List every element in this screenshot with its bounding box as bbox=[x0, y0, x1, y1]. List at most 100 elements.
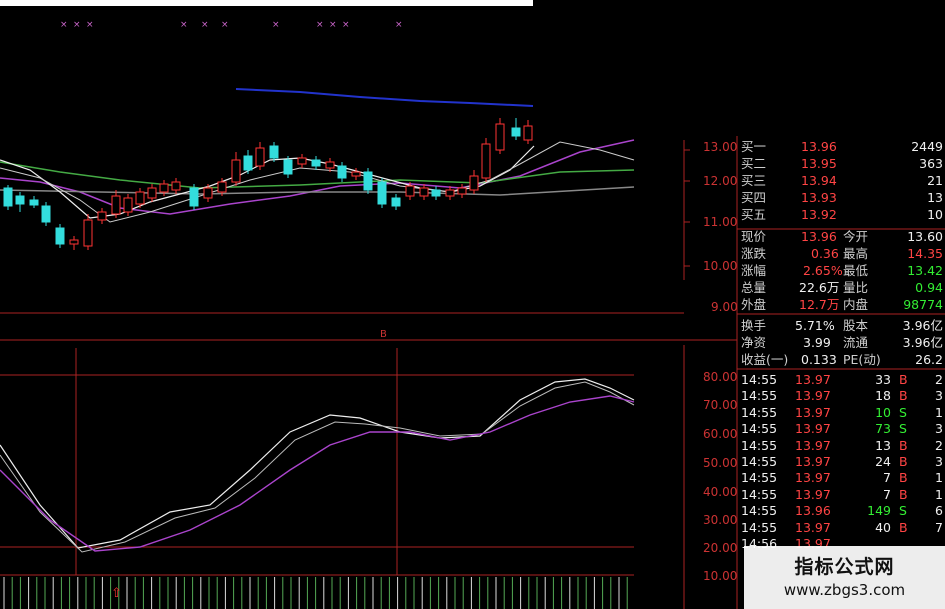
candle-body bbox=[457, 187, 467, 195]
bid-label: 买一 bbox=[741, 139, 767, 154]
candle-body bbox=[217, 181, 227, 193]
signal-marker: × bbox=[86, 20, 94, 30]
osc-axis-label: 70.00 bbox=[703, 398, 738, 412]
indicator-marker: B bbox=[380, 329, 387, 340]
tick-count: 1 bbox=[935, 486, 943, 502]
tick-row[interactable]: 14:55 13.97 33 B 2 bbox=[737, 372, 945, 388]
candle-body bbox=[135, 191, 145, 205]
stat-value: 13.60 bbox=[907, 229, 943, 244]
price-axis-label: 9.00 bbox=[711, 300, 738, 314]
bid-row: 买五 13.92 10 bbox=[737, 207, 945, 223]
tick-volume: 7 bbox=[883, 470, 891, 486]
tick-volume: 73 bbox=[875, 421, 891, 437]
tick-row[interactable]: 14:55 13.97 24 B 3 bbox=[737, 454, 945, 470]
stat-label: 最低 bbox=[843, 263, 869, 278]
signal-marker: × bbox=[221, 20, 229, 30]
stat-row: 外盘 12.7万 内盘 98774 bbox=[737, 297, 945, 313]
tick-row[interactable]: 14:55 13.97 73 S 3 bbox=[737, 421, 945, 437]
price-axis-label: 13.00 bbox=[703, 140, 738, 154]
tick-price: 13.97 bbox=[795, 404, 831, 420]
tick-time: 14:55 bbox=[741, 454, 778, 469]
stat-label: 现价 bbox=[741, 229, 767, 244]
watermark: 指标公式网 www.zbgs3.com bbox=[744, 546, 945, 609]
stat-label: PE(动) bbox=[843, 352, 881, 367]
tick-count: 7 bbox=[935, 519, 943, 535]
stat-value: 13.42 bbox=[907, 263, 943, 278]
bid-price: 13.96 bbox=[801, 139, 837, 154]
candle-body bbox=[325, 161, 335, 169]
tick-row[interactable]: 14:55 13.97 7 B 1 bbox=[737, 487, 945, 503]
candlestick-series bbox=[3, 118, 533, 250]
bid-volume: 363 bbox=[919, 156, 943, 171]
stat-label: 涨跌 bbox=[741, 246, 767, 261]
tick-time: 14:55 bbox=[741, 421, 778, 437]
osc-axis-label: 10.00 bbox=[703, 569, 738, 583]
candle-body bbox=[269, 145, 279, 159]
price-axis-label: 10.00 bbox=[703, 259, 738, 273]
bid-row: 买四 13.93 13 bbox=[737, 190, 945, 206]
tick-side: B bbox=[899, 519, 908, 535]
bid-label: 买二 bbox=[741, 156, 767, 171]
stat-label: 外盘 bbox=[741, 297, 767, 312]
tick-row[interactable]: 14:55 13.97 18 B 3 bbox=[737, 388, 945, 404]
candle-body bbox=[377, 181, 387, 205]
tick-price: 13.97 bbox=[795, 454, 831, 469]
tick-price: 13.96 bbox=[795, 503, 831, 519]
candle-body bbox=[337, 165, 347, 179]
bid-volume: 10 bbox=[927, 207, 943, 222]
osc-axis-label: 50.00 bbox=[703, 456, 738, 470]
tick-time: 14:55 bbox=[741, 486, 778, 502]
stat-label: 换手 bbox=[741, 318, 767, 333]
candle-body bbox=[481, 143, 491, 179]
stat-row: 涨幅 2.65% 最低 13.42 bbox=[737, 263, 945, 279]
tick-row[interactable]: 14:55 13.97 13 B 2 bbox=[737, 438, 945, 454]
stat-row: 收益(一) 0.133 PE(动) 26.2 bbox=[737, 352, 945, 368]
tick-price: 13.97 bbox=[795, 437, 831, 453]
tick-side: B bbox=[899, 470, 908, 486]
tick-side: S bbox=[899, 503, 907, 519]
osc-axis-label: 30.00 bbox=[703, 513, 738, 527]
stat-value: 0.94 bbox=[915, 280, 943, 295]
bid-price: 13.92 bbox=[801, 207, 837, 222]
stat-value: 13.96 bbox=[801, 229, 837, 244]
stat-value: 3.96亿 bbox=[902, 335, 943, 350]
tick-time: 14:55 bbox=[741, 388, 778, 404]
osc-line-purple bbox=[0, 395, 635, 552]
tick-row[interactable]: 14:55 13.97 10 S 1 bbox=[737, 405, 945, 421]
tick-price: 13.97 bbox=[795, 470, 831, 486]
stat-row: 涨跌 0.36 最高 14.35 bbox=[737, 246, 945, 262]
stat-value: 0.36 bbox=[811, 246, 839, 261]
tick-price: 13.97 bbox=[795, 372, 831, 387]
candle-body bbox=[523, 125, 533, 141]
stat-value: 2.65% bbox=[803, 263, 843, 278]
price-axis-label: 12.00 bbox=[703, 174, 738, 188]
tick-row[interactable]: 14:55 13.96 149 S 6 bbox=[737, 503, 945, 519]
osc-line-white-1 bbox=[0, 378, 635, 549]
tick-count: 2 bbox=[935, 372, 943, 387]
tick-row[interactable]: 14:55 13.97 7 B 1 bbox=[737, 470, 945, 486]
stat-label: 量比 bbox=[843, 280, 869, 295]
bid-label: 买四 bbox=[741, 190, 767, 205]
osc-axis-label: 40.00 bbox=[703, 485, 738, 499]
stat-value: 0.133 bbox=[801, 352, 837, 367]
candle-body bbox=[231, 159, 241, 183]
candle-body bbox=[351, 171, 361, 177]
ma-long-blue bbox=[235, 88, 534, 107]
tick-volume: 18 bbox=[875, 388, 891, 404]
signal-marker: × bbox=[201, 20, 209, 30]
candle-body bbox=[203, 187, 213, 199]
tick-side: B bbox=[899, 372, 908, 387]
candle-body bbox=[391, 197, 401, 207]
stat-row: 换手 5.71% 股本 3.96亿 bbox=[737, 318, 945, 334]
candle-body bbox=[363, 171, 373, 191]
tick-row[interactable]: 14:55 13.97 40 B 7 bbox=[737, 520, 945, 536]
signal-marker: × bbox=[272, 20, 280, 30]
tick-price: 13.97 bbox=[795, 388, 831, 404]
tick-volume: 33 bbox=[875, 372, 891, 387]
stat-label: 股本 bbox=[843, 318, 869, 333]
tick-count: 2 bbox=[935, 437, 943, 453]
bid-volume: 2449 bbox=[911, 139, 943, 154]
tick-price: 13.97 bbox=[795, 486, 831, 502]
candle-body bbox=[15, 195, 25, 205]
candle-body bbox=[469, 175, 479, 191]
